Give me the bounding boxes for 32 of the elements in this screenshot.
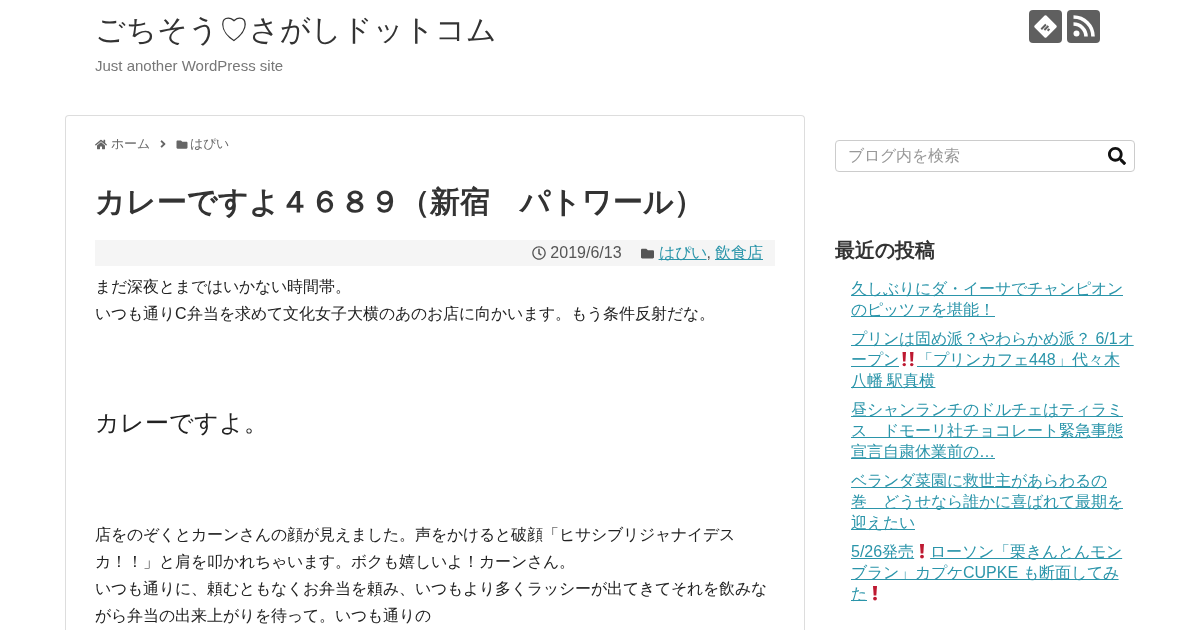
category-link[interactable]: 飲食店 — [715, 241, 763, 265]
category-separator: , — [706, 243, 711, 263]
widget-heading: 最近の投稿 — [835, 238, 936, 263]
post-date: 2019/6/13 — [550, 243, 622, 263]
clock-icon — [532, 246, 547, 260]
category-link[interactable]: はぴい — [658, 241, 707, 265]
folder-icon — [176, 138, 188, 150]
article-title: カレーですよ４６８９（新宿 パトワール） — [95, 184, 705, 220]
recent-post-link[interactable]: プリンは固め派？やわらかめ派？ 6/1オープン 「プリンカフェ448」代々木八幡 駅真横 — [851, 328, 1135, 391]
section-heading: カレーですよ。 — [95, 408, 269, 438]
double-exclamation-icon — [901, 351, 915, 367]
breadcrumb-link[interactable]: はぴい — [176, 135, 229, 153]
article-paragraph: まだ深夜とまではいかない時間帯。 いつも通りC弁当を求めて文化女子大横のあのお店に向かいます。もう条件反射だな。 — [95, 277, 716, 324]
recent-post-link[interactable]: ベランダ菜園に救世主があらわるの巻 どうせなら誰かに喜ばれて最期を迎えたい — [851, 470, 1135, 533]
breadcrumb-link[interactable]: ホーム — [95, 135, 150, 153]
exclamation-icon — [919, 543, 926, 559]
site-tagline: Just another WordPress site — [95, 56, 284, 76]
rss-icon — [1067, 10, 1100, 43]
search-button[interactable] — [1108, 146, 1126, 166]
site-title[interactable]: ごちそう♡さがしドットコム — [95, 12, 497, 48]
exclamation-icon — [872, 585, 878, 601]
article-paragraph: 店をのぞくとカーンさんの顔が見えました。声をかけると破顔「ヒサシブリジャナイデスカ！！」と肩を叩かれちゃいます。ボクも嬉しいよ！カーンさん。 いつも通りに、頼むともなくお弁当を頼み、いつもより多くラッシーが出てきてそれを飲みながら弁当の出来上がりを待って。いつも通りの — [95, 525, 768, 626]
subscribe-link[interactable] — [1029, 10, 1062, 43]
folder-icon — [639, 246, 655, 260]
search-field[interactable]: ブログ内を検索 — [835, 140, 1135, 172]
chevron-icon — [158, 138, 168, 150]
rss-link[interactable] — [1067, 10, 1100, 43]
recent-post-link[interactable]: 昼シャンランチのドルチェはティラミス ドモーリ社チョコレート緊急事態宣言自粛休業前の… — [851, 399, 1135, 462]
search-icon — [1108, 147, 1126, 165]
recent-post-link[interactable]: 5/26発売 ローソン「栗きんとんモンブラン」カプケCUPKE も断面してみた — [851, 541, 1135, 604]
home-icon — [95, 138, 107, 150]
recent-post-link[interactable]: 久しぶりにダ・イーサでチャンピオンのピッツァを堪能！ — [851, 278, 1135, 320]
